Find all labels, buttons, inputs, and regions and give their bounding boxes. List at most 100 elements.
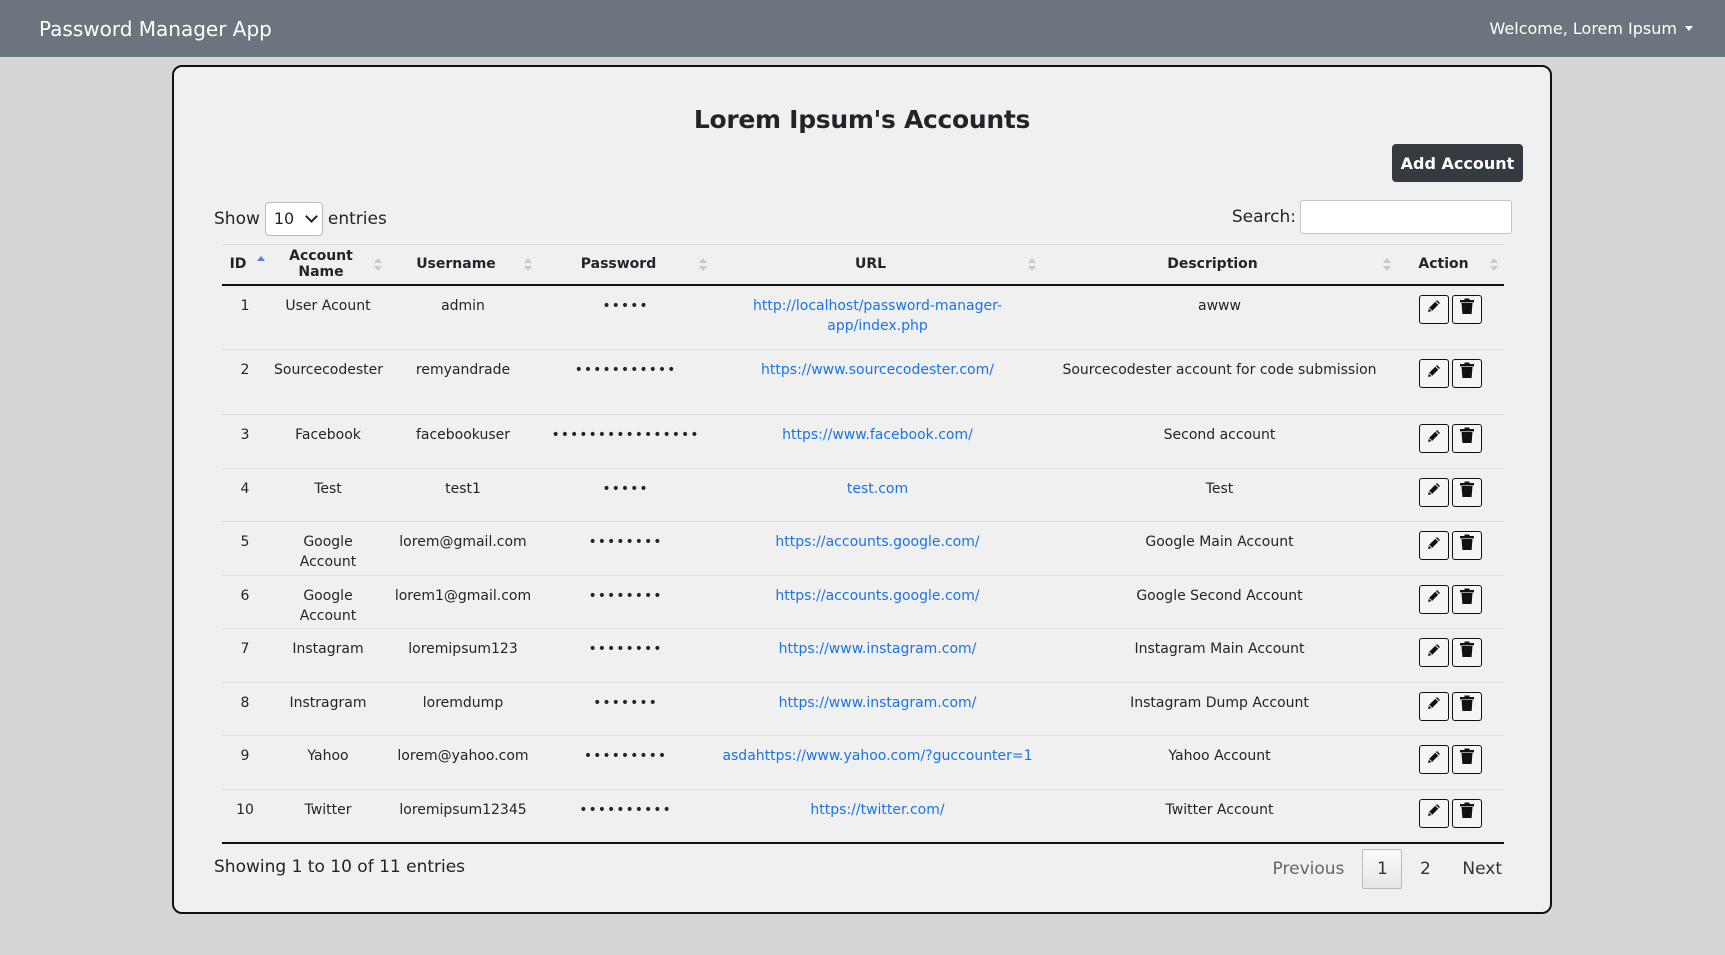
row-actions xyxy=(1403,424,1498,453)
sort-icon xyxy=(699,258,707,272)
edit-button[interactable] xyxy=(1419,745,1449,774)
cell-url[interactable]: https://twitter.com/ xyxy=(713,789,1042,844)
cell-id: 4 xyxy=(222,468,268,522)
column-header-url[interactable]: URL xyxy=(713,244,1042,286)
cell-account-name: Yahoo xyxy=(268,735,388,790)
pagination: Previous 1 2 Next xyxy=(1263,848,1512,890)
cell-url[interactable]: https://www.sourcecodester.com/ xyxy=(713,349,1042,415)
column-header-action[interactable]: Action xyxy=(1397,244,1504,286)
table-row: 3 Facebook facebookuser •••••••••••••••• htt… xyxy=(222,414,1504,469)
add-account-button[interactable]: Add Account xyxy=(1392,144,1523,182)
show-label: Show xyxy=(214,208,260,229)
pagination-page-1[interactable]: 1 xyxy=(1362,849,1403,889)
delete-button[interactable] xyxy=(1452,294,1482,324)
table-row: 9 Yahoo lorem@yahoo.com ••••••••• asdahttps:… xyxy=(222,735,1504,790)
entries-length-control: Show 10 entries xyxy=(214,201,387,236)
cell-account-name: Google Account xyxy=(268,575,388,629)
delete-button[interactable] xyxy=(1452,638,1482,667)
row-actions xyxy=(1403,798,1498,828)
cell-actions xyxy=(1397,628,1504,683)
cell-description: Instagram Dump Account xyxy=(1042,682,1397,736)
column-header-label: ID xyxy=(229,256,247,273)
table-row: 6 Google Account lorem1@gmail.com •••••••• h… xyxy=(222,575,1504,629)
column-header-description[interactable]: Description xyxy=(1042,244,1397,286)
cell-url[interactable]: https://accounts.google.com/ xyxy=(713,575,1042,629)
sort-icon xyxy=(1490,258,1498,272)
delete-button[interactable] xyxy=(1452,745,1482,774)
cell-url[interactable]: http://localhost/password-manager-app/in… xyxy=(713,284,1042,350)
column-header-label: Account Name xyxy=(289,248,353,281)
row-actions xyxy=(1403,531,1498,560)
search-input[interactable] xyxy=(1300,200,1512,234)
trash-icon xyxy=(1459,362,1475,385)
row-actions xyxy=(1403,294,1498,324)
cell-url[interactable]: https://www.instagram.com/ xyxy=(713,682,1042,736)
cell-username: test1 xyxy=(388,468,538,522)
trash-icon xyxy=(1459,427,1475,450)
delete-button[interactable] xyxy=(1452,424,1482,453)
delete-button[interactable] xyxy=(1452,531,1482,560)
column-header-username[interactable]: Username xyxy=(388,244,538,286)
delete-button[interactable] xyxy=(1452,477,1482,507)
cell-description: Yahoo Account xyxy=(1042,735,1397,790)
cell-url[interactable]: test.com xyxy=(713,468,1042,522)
pagination-next[interactable]: Next xyxy=(1448,849,1512,889)
cell-username: loremipsum123 xyxy=(388,628,538,683)
cell-url[interactable]: https://www.facebook.com/ xyxy=(713,414,1042,469)
edit-button[interactable] xyxy=(1419,531,1449,560)
pagination-previous[interactable]: Previous xyxy=(1263,849,1363,889)
edit-button[interactable] xyxy=(1419,424,1449,453)
table-header-row: ID Account Name Username Password URL De… xyxy=(222,244,1504,286)
pencil-icon xyxy=(1426,642,1442,664)
search-label: Search: xyxy=(1231,207,1296,227)
cell-username: loremipsum12345 xyxy=(388,789,538,844)
delete-button[interactable] xyxy=(1452,798,1482,828)
app-brand[interactable]: Password Manager App xyxy=(39,17,272,41)
delete-button[interactable] xyxy=(1452,691,1482,721)
pencil-icon xyxy=(1426,535,1442,557)
edit-button[interactable] xyxy=(1419,584,1449,614)
cell-password: ••••• xyxy=(538,284,713,350)
column-header-label: Action xyxy=(1418,256,1469,273)
cell-account-name: Facebook xyxy=(268,414,388,469)
cell-account-name: User Acount xyxy=(268,284,388,350)
trash-icon xyxy=(1459,748,1475,771)
trash-icon xyxy=(1459,481,1475,504)
pencil-icon xyxy=(1426,802,1442,824)
cell-account-name: Test xyxy=(268,468,388,522)
edit-button[interactable] xyxy=(1419,477,1449,507)
table-row: 4 Test test1 ••••• test.com Test xyxy=(222,468,1504,522)
entries-select[interactable]: 10 xyxy=(264,201,323,236)
cell-url[interactable]: asdahttps://www.yahoo.com/?guccounter=1 xyxy=(713,735,1042,790)
cell-password: ••••••• xyxy=(538,682,713,736)
column-header-label: Password xyxy=(580,256,657,273)
edit-button[interactable] xyxy=(1419,359,1449,388)
pagination-page-2[interactable]: 2 xyxy=(1402,849,1448,889)
column-header-password[interactable]: Password xyxy=(538,244,713,286)
cell-id: 7 xyxy=(222,628,268,683)
pencil-icon xyxy=(1426,588,1442,610)
edit-button[interactable] xyxy=(1419,638,1449,667)
edit-button[interactable] xyxy=(1419,691,1449,721)
column-header-id[interactable]: ID xyxy=(222,244,268,286)
welcome-text: Welcome, Lorem Ipsum xyxy=(1489,19,1677,38)
cell-url[interactable]: https://accounts.google.com/ xyxy=(713,521,1042,576)
row-actions xyxy=(1403,359,1498,388)
edit-button[interactable] xyxy=(1419,798,1449,828)
cell-password: ••••••••••• xyxy=(538,349,713,415)
delete-button[interactable] xyxy=(1452,584,1482,614)
cell-url[interactable]: https://www.instagram.com/ xyxy=(713,628,1042,683)
pencil-icon xyxy=(1426,481,1442,503)
cell-account-name: Instragram xyxy=(268,682,388,736)
cell-actions xyxy=(1397,468,1504,522)
column-header-account-name[interactable]: Account Name xyxy=(268,244,388,286)
delete-button[interactable] xyxy=(1452,359,1482,388)
cell-username: lorem@gmail.com xyxy=(388,521,538,576)
pencil-icon xyxy=(1426,298,1442,320)
cell-username: facebookuser xyxy=(388,414,538,469)
user-menu-toggle[interactable]: Welcome, Lorem Ipsum xyxy=(1490,19,1693,38)
trash-icon xyxy=(1459,298,1475,321)
cell-account-name: Sourcecodester xyxy=(268,349,388,415)
cell-description: Instagram Main Account xyxy=(1042,628,1397,683)
edit-button[interactable] xyxy=(1419,294,1449,324)
